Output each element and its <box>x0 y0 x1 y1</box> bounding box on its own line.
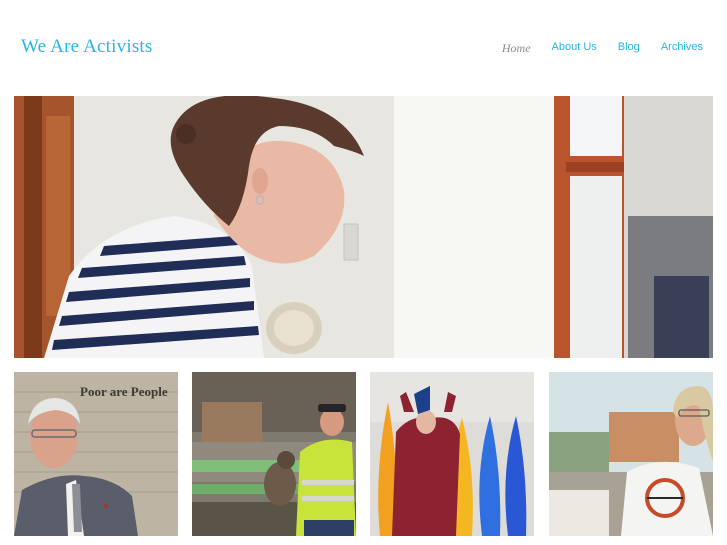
thumbnail-photo-3 <box>370 372 534 536</box>
thumbnail-photo-1: Poor are People <box>14 372 178 536</box>
thumbnail-1[interactable]: Poor are People <box>14 372 178 536</box>
site-title-link[interactable]: We Are Activists <box>21 36 153 58</box>
nav-item-home[interactable]: Home <box>502 41 531 55</box>
nav-item-about-us[interactable]: About Us <box>552 40 597 55</box>
nav-item-archives[interactable]: Archives <box>661 40 703 55</box>
thumbnail-grid: Poor are People <box>14 372 713 536</box>
site-header: We Are Activists Home About Us Blog Arch… <box>0 0 727 96</box>
thumbnail-2[interactable] <box>192 372 356 536</box>
thumbnail-3[interactable] <box>370 372 534 536</box>
nav-item-blog[interactable]: Blog <box>618 40 640 55</box>
main-nav: Home About Us Blog Archives <box>481 40 703 55</box>
thumbnail-4[interactable] <box>549 372 713 536</box>
wall-text: Poor are People <box>80 384 168 399</box>
thumbnail-photo-4 <box>549 372 713 536</box>
hero-image[interactable] <box>14 96 713 358</box>
hero-photo <box>14 96 713 358</box>
thumbnail-photo-2 <box>192 372 356 536</box>
